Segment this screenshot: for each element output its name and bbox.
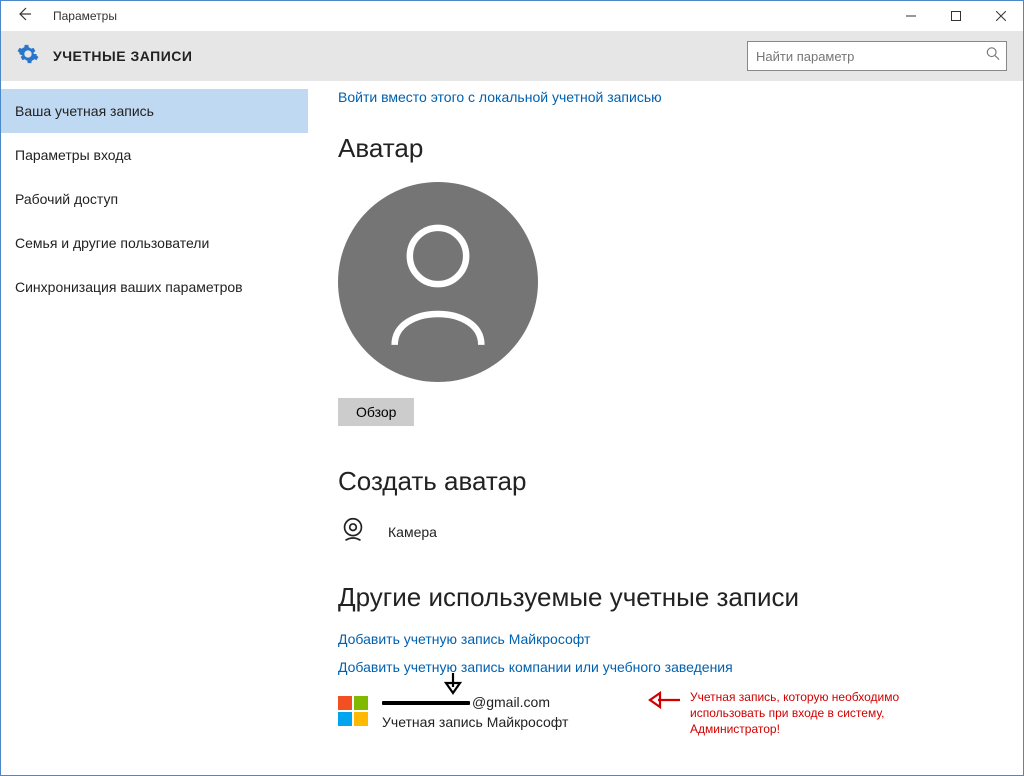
account-email: @gmail.com bbox=[382, 693, 568, 713]
maximize-icon bbox=[951, 11, 961, 21]
maximize-button[interactable] bbox=[933, 1, 978, 31]
sidebar-item-your-account[interactable]: Ваша учетная запись bbox=[1, 89, 308, 133]
page-title: УЧЕТНЫЕ ЗАПИСИ bbox=[53, 48, 733, 64]
sidebar-item-label: Ваша учетная запись bbox=[15, 103, 154, 119]
email-suffix: @gmail.com bbox=[472, 693, 550, 713]
sidebar-item-work-access[interactable]: Рабочий доступ bbox=[1, 177, 308, 221]
titlebar: Параметры bbox=[1, 1, 1023, 31]
back-button[interactable] bbox=[1, 6, 47, 27]
camera-label: Камера bbox=[388, 524, 437, 540]
sidebar-item-label: Семья и другие пользователи bbox=[15, 235, 209, 251]
camera-icon bbox=[338, 515, 368, 548]
avatar-heading: Аватар bbox=[338, 133, 993, 164]
settings-window: Параметры УЧЕТНЫЕ ЗАПИСИ Ваша учетная за… bbox=[0, 0, 1024, 776]
add-work-account-link[interactable]: Добавить учетную запись компании или уче… bbox=[338, 659, 993, 675]
content-body: Ваша учетная запись Параметры входа Рабо… bbox=[1, 81, 1023, 775]
window-title: Параметры bbox=[47, 9, 888, 23]
sidebar-item-signin-options[interactable]: Параметры входа bbox=[1, 133, 308, 177]
search-icon bbox=[986, 47, 1000, 66]
minimize-button[interactable] bbox=[888, 1, 933, 31]
sidebar-item-label: Синхронизация ваших параметров bbox=[15, 279, 243, 295]
account-type-label: Учетная запись Майкрософт bbox=[382, 713, 568, 733]
annotation: Учетная запись, которую необходимо испол… bbox=[648, 689, 920, 738]
browse-button[interactable]: Обзор bbox=[338, 398, 414, 426]
person-icon bbox=[383, 217, 493, 347]
arrow-down-annotation-icon bbox=[442, 671, 464, 697]
arrow-left-annotation-icon bbox=[648, 689, 682, 711]
redacted-email-prefix bbox=[382, 701, 470, 705]
avatar-placeholder bbox=[338, 182, 538, 382]
sidebar: Ваша учетная запись Параметры входа Рабо… bbox=[1, 81, 308, 775]
sidebar-item-sync[interactable]: Синхронизация ваших параметров bbox=[1, 265, 308, 309]
minimize-icon bbox=[906, 11, 916, 21]
close-icon bbox=[996, 11, 1006, 21]
camera-option[interactable]: Камера bbox=[338, 515, 993, 548]
create-avatar-heading: Создать аватар bbox=[338, 466, 993, 497]
arrow-left-icon bbox=[16, 6, 32, 22]
search-box[interactable] bbox=[747, 41, 1007, 71]
sidebar-item-family[interactable]: Семья и другие пользователи bbox=[1, 221, 308, 265]
sign-in-local-link[interactable]: Войти вместо этого с локальной учетной з… bbox=[338, 89, 993, 105]
search-input[interactable] bbox=[748, 42, 1006, 70]
microsoft-logo-icon bbox=[338, 696, 368, 726]
window-controls bbox=[888, 1, 1023, 31]
other-accounts-heading: Другие используемые учетные записи bbox=[338, 582, 993, 613]
sidebar-item-label: Рабочий доступ bbox=[15, 191, 118, 207]
sidebar-item-label: Параметры входа bbox=[15, 147, 131, 163]
add-microsoft-account-link[interactable]: Добавить учетную запись Майкрософт bbox=[338, 631, 993, 647]
gear-icon bbox=[17, 43, 39, 70]
main-panel: Войти вместо этого с локальной учетной з… bbox=[308, 81, 1023, 775]
close-button[interactable] bbox=[978, 1, 1023, 31]
account-text: @gmail.com Учетная запись Майкрософт bbox=[382, 693, 568, 732]
account-entry[interactable]: @gmail.com Учетная запись Майкрософт Уче… bbox=[338, 693, 993, 732]
annotation-text: Учетная запись, которую необходимо испол… bbox=[690, 689, 920, 738]
page-header: УЧЕТНЫЕ ЗАПИСИ bbox=[1, 31, 1023, 81]
